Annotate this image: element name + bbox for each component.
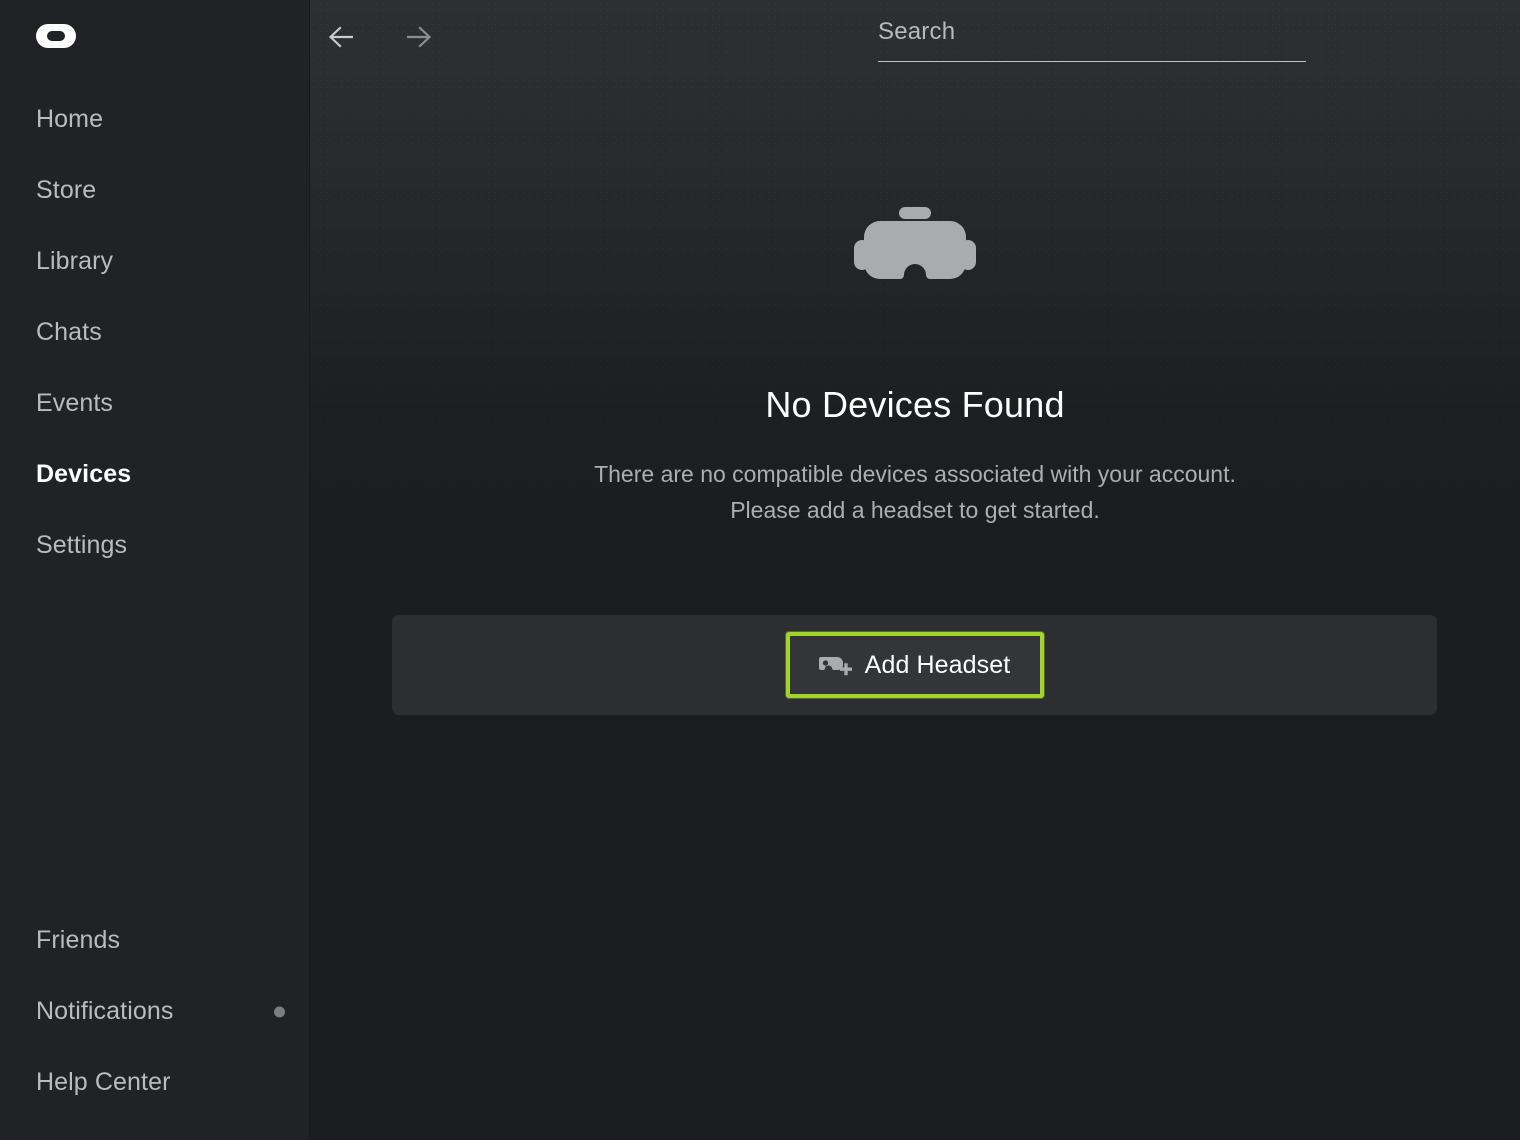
search-placeholder: Search [878,18,956,45]
headset-plus-icon [818,657,852,676]
add-headset-panel: Add Headset [392,615,1437,715]
title-bar: Search [310,0,1520,72]
page-subtitle-line-1: There are no compatible devices associat… [594,461,1236,487]
sidebar-item-label: Devices [36,460,132,488]
sidebar-item-chats[interactable]: Chats [0,297,309,368]
main-content: Search No Devices Found There are no com… [310,0,1520,1140]
search-underline [878,61,1306,62]
sidebar-item-store[interactable]: Store [0,155,309,226]
sidebar-item-help-center[interactable]: Help Center [0,1047,309,1118]
page-subtitle-line-2: Please add a headset to get started. [730,497,1100,523]
oculus-app-window: Home Store Library Chats Events Devices … [0,0,1520,1140]
page-title: No Devices Found [765,384,1065,425]
notifications-badge-dot [274,1006,285,1017]
sidebar: Home Store Library Chats Events Devices … [0,0,310,1140]
arrow-left-icon [328,26,353,48]
oculus-logo-icon [36,24,76,48]
sidebar-item-library[interactable]: Library [0,226,309,297]
sidebar-item-label: Friends [36,926,121,954]
vr-headset-icon [854,207,976,279]
sidebar-item-label: Help Center [36,1068,171,1096]
sidebar-primary-nav: Home Store Library Chats Events Devices … [0,84,309,581]
search-input[interactable]: Search [878,12,1306,62]
add-headset-icon [818,652,853,678]
add-headset-button-label: Add Headset [864,650,1011,679]
arrow-right-icon [407,26,432,48]
sidebar-secondary-nav: Friends Notifications Help Center [0,905,309,1118]
vr-headset-illustration [854,207,976,293]
sidebar-item-label: Library [36,247,114,275]
sidebar-item-label: Events [36,389,114,417]
background-texture [310,0,1520,1140]
back-button[interactable] [327,20,361,54]
sidebar-item-settings[interactable]: Settings [0,510,309,581]
sidebar-item-devices[interactable]: Devices [0,439,309,510]
sidebar-item-label: Settings [36,531,128,559]
sidebar-item-label: Notifications [36,997,174,1025]
add-headset-button[interactable]: Add Headset [785,632,1044,698]
sidebar-item-friends[interactable]: Friends [0,905,309,976]
forward-button[interactable] [399,20,433,54]
sidebar-item-label: Chats [36,318,102,346]
oculus-logo[interactable] [36,21,76,51]
sidebar-item-home[interactable]: Home [0,84,309,155]
sidebar-item-label: Home [36,105,104,133]
sidebar-item-label: Store [36,176,97,204]
sidebar-item-events[interactable]: Events [0,368,309,439]
page-subtitle: There are no compatible devices associat… [310,456,1520,528]
sidebar-item-notifications[interactable]: Notifications [0,976,309,1047]
